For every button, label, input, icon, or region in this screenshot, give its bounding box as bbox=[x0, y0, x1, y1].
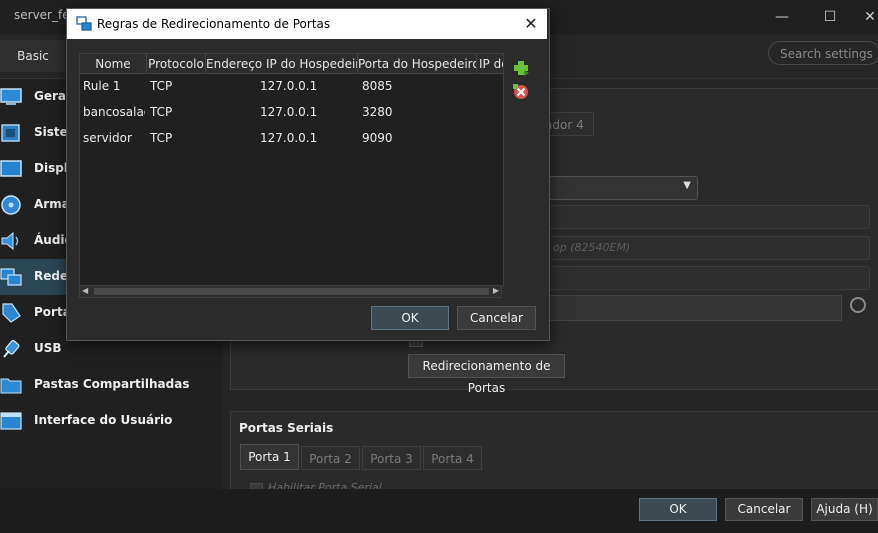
cell-host-port: 9090 bbox=[362, 131, 393, 145]
serial-ports-title: Portas Seriais bbox=[239, 421, 334, 435]
sidebar-item-interface[interactable]: Interface do Usuário bbox=[0, 403, 222, 439]
cell-name: servidor bbox=[83, 131, 132, 145]
cell-host-ip: 127.0.0.1 bbox=[260, 131, 318, 145]
scrollbar-thumb[interactable] bbox=[94, 288, 489, 295]
close-window-icon[interactable]: ✕ bbox=[850, 4, 878, 30]
cell-host-ip: 127.0.0.1 bbox=[260, 79, 318, 93]
scroll-right-icon[interactable]: ▶ bbox=[493, 286, 499, 295]
ok-button[interactable]: OK bbox=[639, 498, 717, 521]
tab-porta-2[interactable]: Porta 2 bbox=[301, 446, 360, 470]
display-icon bbox=[0, 160, 22, 177]
cell-name: Rule 1 bbox=[83, 79, 121, 93]
window-ui-icon bbox=[0, 412, 22, 430]
remove-rule-icon[interactable] bbox=[512, 83, 530, 101]
column-header-nome[interactable]: Nome bbox=[80, 54, 147, 74]
scroll-left-icon[interactable]: ◀ bbox=[82, 286, 88, 295]
cancel-button[interactable]: Cancelar bbox=[725, 498, 803, 521]
adapter-type-value: op (82540EM) bbox=[553, 241, 631, 254]
network-icon bbox=[0, 268, 22, 286]
cell-protocol: TCP bbox=[150, 131, 173, 145]
network-icon bbox=[76, 16, 92, 31]
disk-icon bbox=[1, 195, 21, 215]
serial-port-icon bbox=[2, 303, 21, 323]
column-header-host-ip[interactable]: Endereço IP do Hospedeiro bbox=[206, 54, 358, 74]
sidebar-item-label: Geral bbox=[34, 89, 71, 103]
speaker-icon bbox=[1, 231, 19, 251]
cell-name: bancosalao bbox=[83, 105, 145, 119]
horizontal-scrollbar[interactable]: ◀ ▶ bbox=[79, 285, 502, 298]
basic-mode-tab[interactable]: Basic bbox=[0, 40, 66, 72]
port-forwarding-button[interactable]: Redirecionamento de Portas bbox=[408, 354, 565, 395]
adapter-type-select: op (82540EM) bbox=[548, 236, 870, 260]
chip-icon bbox=[1, 124, 20, 142]
minimize-icon[interactable]: — bbox=[762, 4, 802, 30]
cell-host-port: 8085 bbox=[362, 79, 393, 93]
column-header-protocolo[interactable]: Protocolo bbox=[147, 54, 206, 74]
monitor-icon bbox=[0, 88, 22, 105]
refresh-icon[interactable] bbox=[850, 297, 866, 313]
sidebar-item-pastas[interactable]: Pastas Compartilhadas bbox=[0, 367, 222, 403]
dialog-cancel-button[interactable]: Cancelar bbox=[457, 306, 536, 330]
sidebar-item-label: Rede bbox=[34, 269, 69, 283]
mac-address-field bbox=[548, 295, 842, 321]
enable-serial-label: Habilitar Porta Serial bbox=[268, 481, 382, 489]
add-rule-icon[interactable] bbox=[512, 59, 530, 77]
usb-icon bbox=[3, 340, 20, 358]
help-button[interactable]: Ajuda (H) bbox=[811, 498, 878, 521]
close-icon[interactable]: ✕ bbox=[519, 13, 543, 35]
dialog-title: Regras de Redirecionamento de Portas bbox=[97, 17, 331, 31]
column-header-guest-ip[interactable]: IP do bbox=[477, 54, 503, 74]
cell-protocol: TCP bbox=[150, 105, 173, 119]
sidebar-item-label: Interface do Usuário bbox=[34, 413, 173, 427]
cell-host-ip: 127.0.0.1 bbox=[260, 105, 318, 119]
name-select bbox=[548, 205, 870, 229]
port-forwarding-table[interactable]: Nome Protocolo Endereço IP do Hospedeiro… bbox=[79, 53, 504, 287]
sidebar-item-label: Pastas Compartilhadas bbox=[34, 377, 190, 391]
sidebar-item-label: USB bbox=[34, 341, 62, 355]
cell-host-port: 3280 bbox=[362, 105, 393, 119]
chevron-down-icon: ▼ bbox=[683, 180, 691, 191]
folder-icon bbox=[0, 378, 22, 394]
attached-to-select[interactable]: ▼ bbox=[548, 176, 698, 200]
port-forwarding-dialog: Regras de Redirecionamento de Portas ✕ N… bbox=[66, 8, 550, 341]
cell-protocol: TCP bbox=[150, 79, 173, 93]
tab-porta-1[interactable]: Porta 1 bbox=[240, 444, 299, 470]
dialog-ok-button[interactable]: OK bbox=[371, 306, 449, 330]
tab-porta-3[interactable]: Porta 3 bbox=[362, 446, 421, 470]
tab-porta-4[interactable]: Porta 4 bbox=[423, 446, 482, 470]
column-header-host-port[interactable]: Porta do Hospedeiro bbox=[358, 54, 477, 74]
maximize-icon[interactable]: ☐ bbox=[810, 4, 850, 30]
promiscuous-select bbox=[548, 266, 870, 290]
search-settings-input[interactable]: Search settings bbox=[768, 41, 878, 65]
